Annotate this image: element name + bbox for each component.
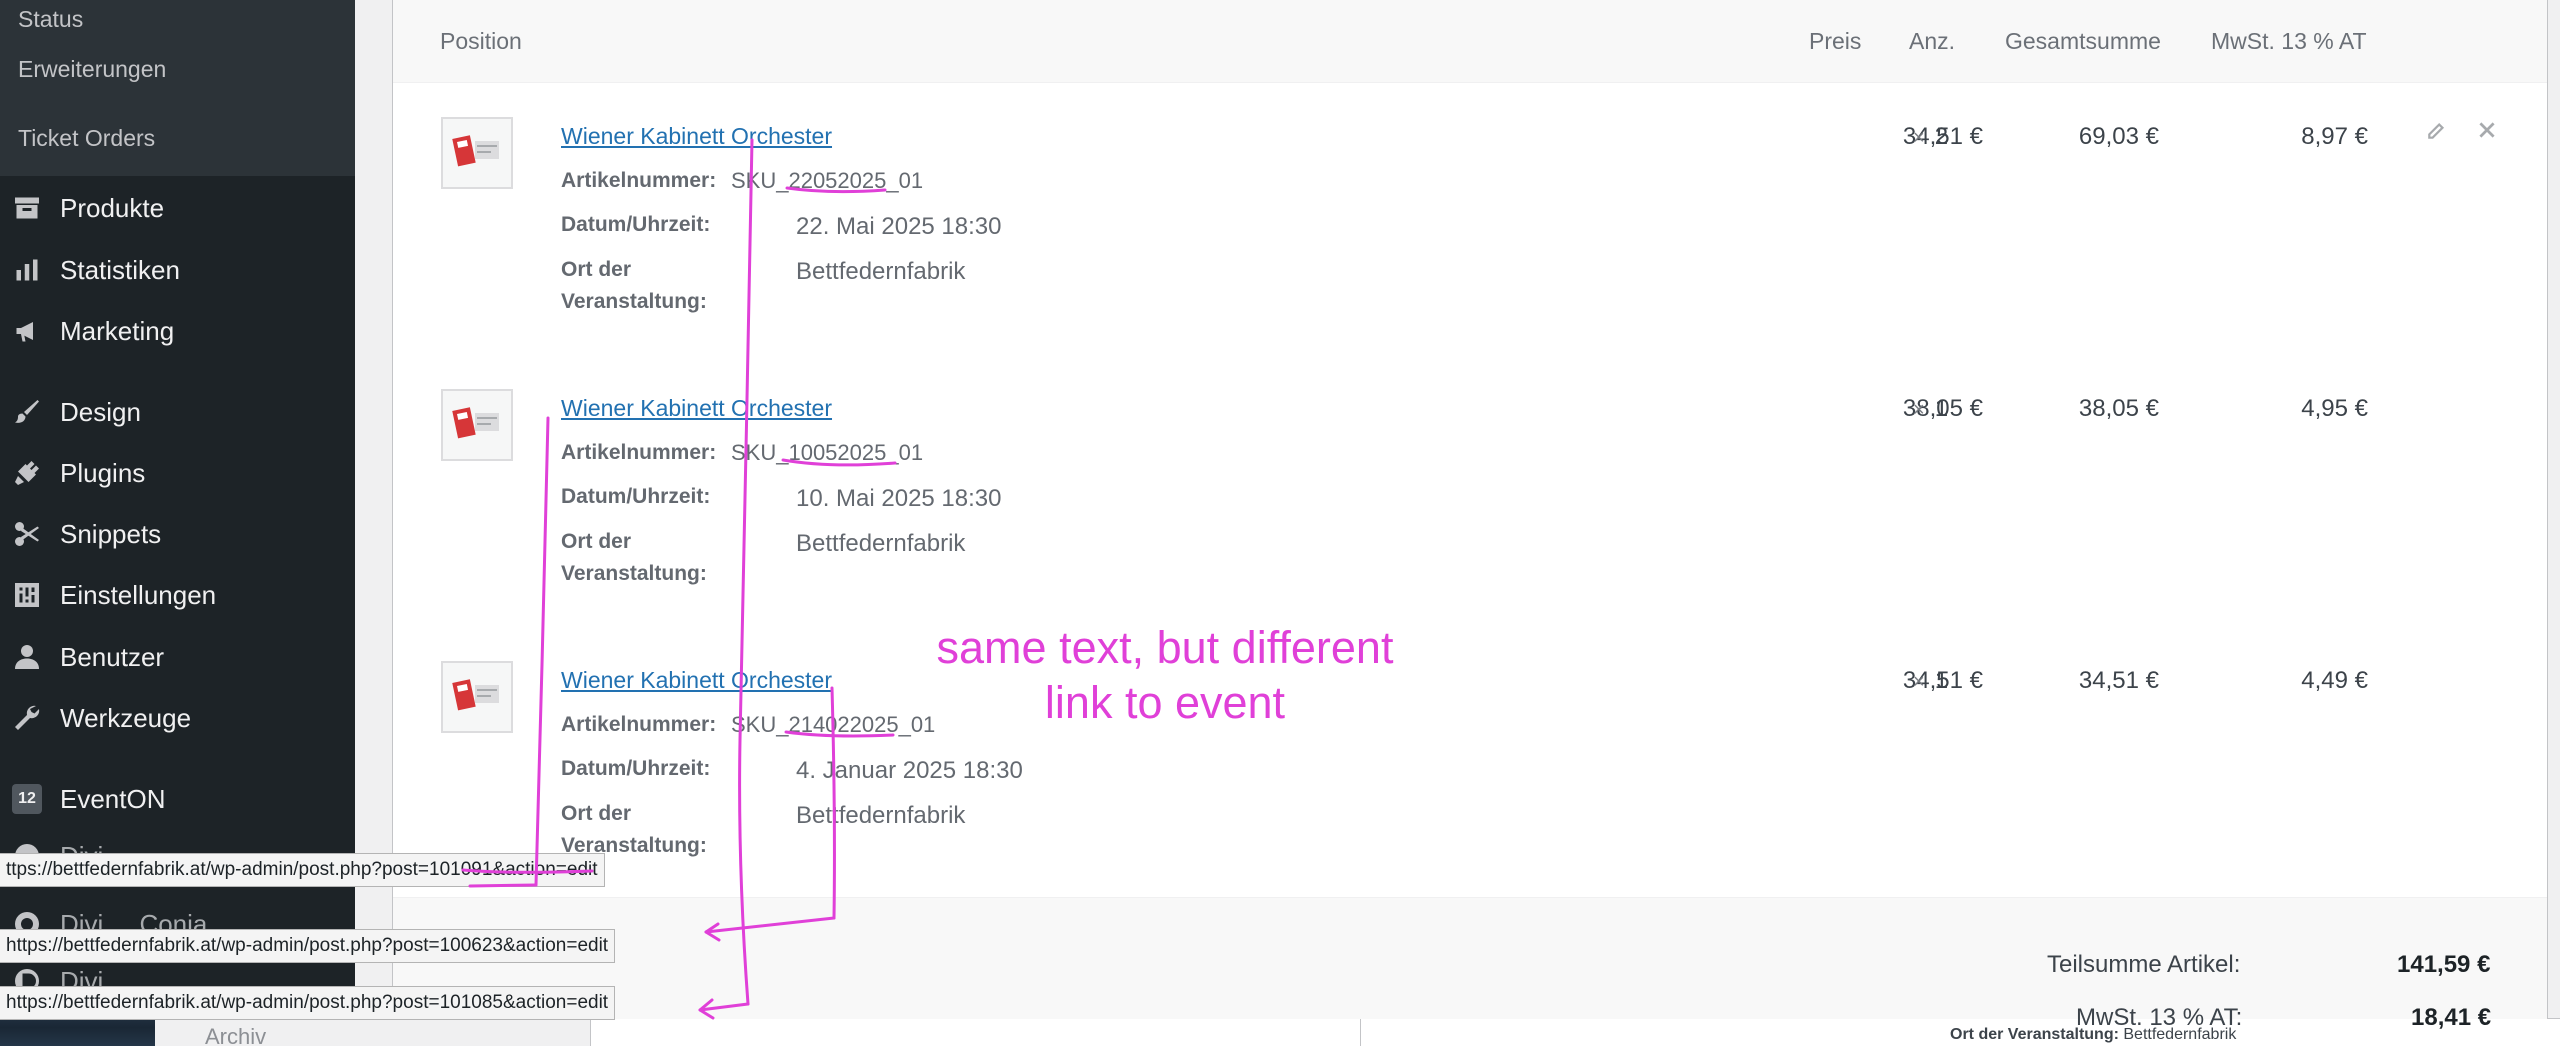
sidebar-item-label: Produkte [60, 192, 165, 223]
sidebar-item-einstellungen[interactable]: Einstellungen [0, 569, 355, 621]
item-tax: 8,97 € [2301, 123, 2368, 150]
product-thumbnail[interactable] [441, 661, 513, 733]
sidebar-item-benutzer[interactable]: Benutzer [0, 631, 355, 683]
link-url-tooltip: https://bettfedernfabrik.at/wp-admin/pos… [0, 929, 616, 963]
sku-label: Artikelnummer: [561, 713, 717, 736]
col-header-price: Preis [1809, 28, 1862, 54]
sku-label: Artikelnummer: [561, 169, 717, 192]
col-header-total: Gesamtsumme [2005, 28, 2161, 54]
sidebar-item-label: Plugins [60, 457, 146, 488]
item-name-link[interactable]: Wiener Kabinett Orchester [561, 395, 832, 422]
item-total: 69,03 € [2078, 123, 2159, 150]
plug-icon [12, 458, 42, 488]
sidebar-item-design[interactable]: Design [0, 386, 355, 438]
item-tax: 4,95 € [2301, 395, 2368, 422]
col-header-position: Position [440, 28, 522, 54]
scissors-icon [12, 519, 42, 549]
sidebar-item-label: Marketing [60, 315, 175, 346]
link-url-tooltip: https://bettfedernfabrik.at/wp-admin/pos… [0, 986, 616, 1020]
order-totals: Teilsumme Artikel: 141,59 € MwSt. 13 % A… [393, 897, 2547, 1031]
sku-value: SKU_22052025_01 [731, 168, 924, 193]
sidebar-item-label: Benutzer [60, 641, 165, 672]
sidebar-item-marketing[interactable]: Marketing [0, 305, 355, 357]
date-label: Datum/Uhrzeit: [561, 485, 711, 508]
sidebar-item-snippets[interactable]: Snippets [0, 508, 355, 560]
bar-chart-icon [12, 255, 42, 285]
order-items-panel: Position Preis Anz. Gesamtsumme MwSt. 13… [392, 0, 2548, 1031]
sidebar-item-label: Werkzeuge [60, 702, 192, 733]
sidebar-item-werkzeuge[interactable]: Werkzeuge [0, 692, 355, 744]
megaphone-icon [12, 316, 42, 346]
venue-value: Bettfedernfabrik [796, 802, 966, 829]
item-name-link[interactable]: Wiener Kabinett Orchester [561, 667, 832, 694]
link-url-tooltip: ttps://bettfedernfabrik.at/wp-admin/post… [0, 853, 605, 887]
item-qty: × 2 [1913, 123, 1949, 150]
venue-value: Bettfedernfabrik [796, 530, 966, 557]
table-row: Wiener Kabinett Orchester Artikelnummer:… [393, 627, 2547, 900]
venue-label: Ort der Veranstaltung: [561, 258, 707, 313]
tax-total-value: 18,41 € [2411, 1004, 2492, 1031]
calendar-12-icon: 12 [12, 784, 42, 814]
venue-label: Ort der Veranstaltung: [561, 530, 707, 585]
submenu-item-status[interactable]: Status [18, 6, 83, 33]
user-icon [12, 642, 42, 672]
annotation-text: same text, but different link to event [936, 622, 1394, 728]
wrench-icon [12, 703, 42, 733]
sidebar-item-label: EventON [60, 783, 166, 814]
sidebar-item-produkte[interactable]: Produkte [0, 182, 355, 234]
item-total: 34,51 € [2078, 667, 2159, 694]
tax-total-label: MwSt. 13 % AT: [2076, 1004, 2243, 1031]
submenu-panel: Status Erweiterungen Ticket Orders [0, 0, 355, 176]
item-name-link[interactable]: Wiener Kabinett Orchester [561, 123, 832, 150]
item-price: 38,05 € [1902, 395, 1983, 422]
sidebar-item-plugins[interactable]: Plugins [0, 447, 355, 499]
paintbrush-icon [12, 397, 42, 427]
edit-icon[interactable] [2426, 119, 2448, 141]
item-qty: × 1 [1913, 395, 1949, 422]
sidebar-item-eventon[interactable]: 12 EventON [0, 773, 355, 825]
table-header: Position Preis Anz. Gesamtsumme MwSt. 13… [393, 0, 2547, 83]
subtotal-label: Teilsumme Artikel: [2047, 951, 2241, 978]
item-price: 34,51 € [1902, 667, 1983, 694]
date-label: Datum/Uhrzeit: [561, 757, 711, 780]
sliders-icon [12, 580, 42, 610]
sidebar-item-label: Statistiken [60, 254, 180, 285]
sidebar-item-statistiken[interactable]: Statistiken [0, 244, 355, 296]
date-value: 22. Mai 2025 18:30 [796, 213, 1002, 240]
venue-value: Bettfedernfabrik [796, 258, 966, 285]
product-thumbnail[interactable] [441, 117, 513, 189]
admin-sidebar: Status Erweiterungen Ticket Orders Produ… [0, 0, 355, 1046]
background-box [590, 1018, 1452, 1046]
table-row: Wiener Kabinett Orchester Artikelnummer:… [393, 83, 2547, 356]
sku-value: SKU_10052025_01 [731, 440, 924, 465]
sidebar-item-label: Einstellungen [60, 579, 217, 610]
archiv-link[interactable]: Archiv [205, 1024, 266, 1046]
subtotal-value: 141,59 € [2397, 951, 2491, 978]
item-price: 34,51 € [1902, 123, 1983, 150]
item-total: 38,05 € [2078, 395, 2159, 422]
item-tax: 4,49 € [2301, 667, 2368, 694]
archive-icon [12, 193, 42, 223]
submenu-item-ticket-orders[interactable]: Ticket Orders [18, 125, 155, 152]
date-value: 10. Mai 2025 18:30 [796, 485, 1002, 512]
sidebar-item-label: Snippets [60, 518, 162, 549]
product-thumbnail[interactable] [441, 389, 513, 461]
item-qty: × 1 [1913, 667, 1949, 694]
ticket-image-icon [452, 135, 499, 167]
col-header-tax: MwSt. 13 % AT [2211, 28, 2367, 54]
submenu-item-erweiterungen[interactable]: Erweiterungen [18, 56, 166, 83]
date-value: 4. Januar 2025 18:30 [796, 757, 1023, 784]
date-label: Datum/Uhrzeit: [561, 213, 711, 236]
sidebar-item-label: Design [60, 396, 141, 427]
ticket-image-icon [452, 407, 499, 439]
table-row: Wiener Kabinett Orchester Artikelnummer:… [393, 355, 2547, 628]
col-header-qty: Anz. [1909, 28, 1956, 54]
ticket-image-icon [452, 679, 499, 711]
sku-label: Artikelnummer: [561, 441, 717, 464]
delete-icon[interactable] [2476, 119, 2498, 141]
